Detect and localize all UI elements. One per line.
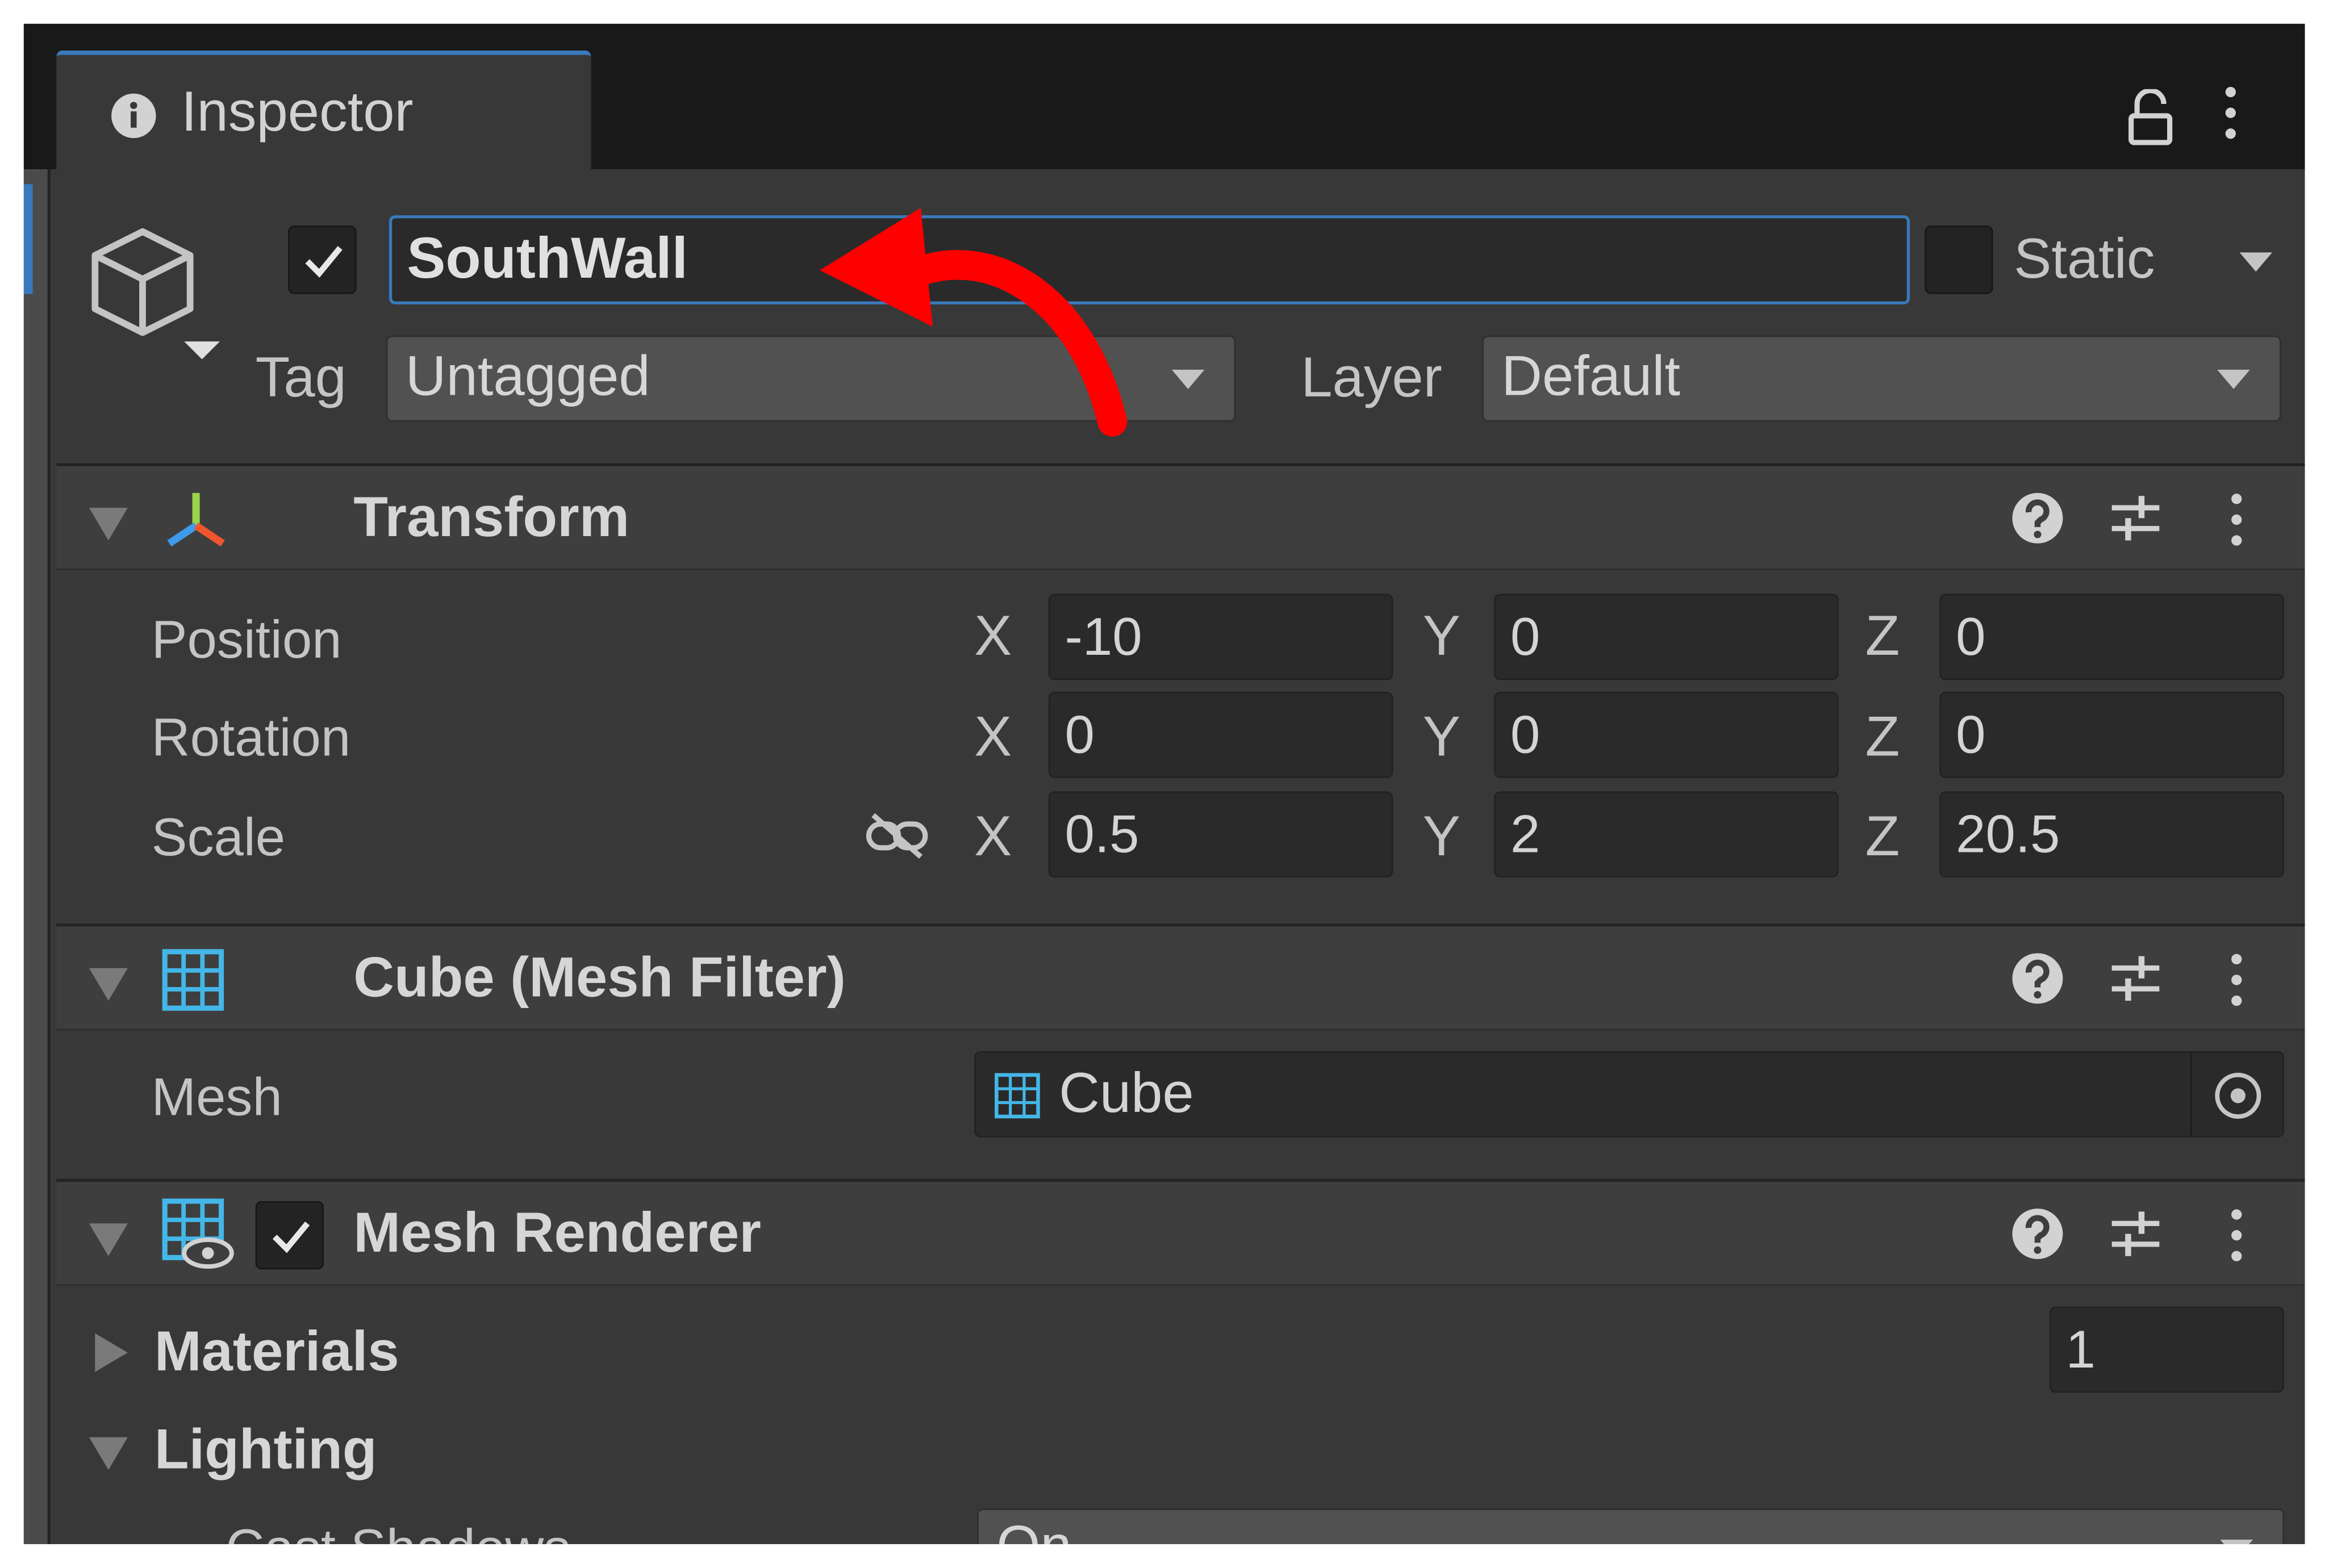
screenshot-frame: Inspector SouthWall Static Tag Untagged … xyxy=(0,0,2328,1568)
inspector-window: Inspector SouthWall Static Tag Untagged … xyxy=(23,23,2305,1544)
red-annotation-arrow-icon xyxy=(820,208,1128,437)
